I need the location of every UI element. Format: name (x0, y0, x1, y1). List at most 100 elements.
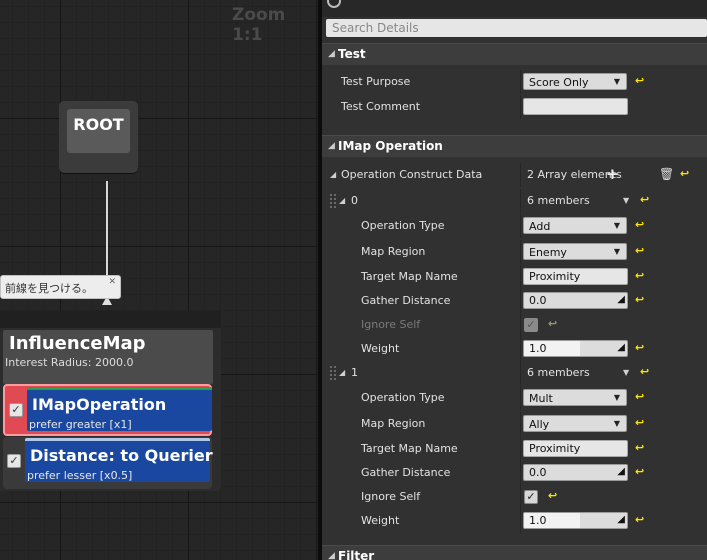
reset-to-default-icon[interactable]: ↩ (635, 244, 644, 257)
node-input-pin-bar[interactable] (0, 311, 221, 328)
spin-handle-icon: ◢ (617, 342, 625, 353)
reset-to-default-icon[interactable]: ↩ (548, 317, 557, 330)
column-divider[interactable] (520, 265, 521, 289)
operation-type-dropdown[interactable]: Add ▼ (523, 217, 627, 234)
weight-spinbox[interactable]: 1.0 ◢ (523, 512, 628, 529)
row-target-map-name-0: Target Map Name Proximity ↩ (322, 265, 707, 289)
column-divider[interactable] (520, 189, 521, 213)
details-panel: Search Details ◢ Test Test Purpose Score… (322, 0, 707, 560)
test-purpose-dropdown[interactable]: Score Only ▼ (523, 73, 627, 90)
behavior-graph-canvas[interactable]: Zoom 1:1 ROOT 前線を見つける。 ✕ InfluenceMap In… (0, 0, 318, 560)
reset-to-default-icon[interactable]: ↩ (635, 341, 644, 354)
gather-distance-spinbox[interactable]: 0.0 ◢ (523, 292, 628, 309)
column-divider[interactable] (520, 214, 521, 238)
app-root: Zoom 1:1 ROOT 前線を見つける。 ✕ InfluenceMap In… (0, 0, 707, 560)
details-toolbar (322, 0, 707, 17)
decorator-distance[interactable]: ✓ Distance: to Querier prefer lesser [x0… (3, 437, 213, 489)
element-options-arrow-icon[interactable]: ▼ (623, 196, 629, 205)
reset-to-default-icon[interactable]: ↩ (635, 293, 644, 306)
ignore-self-checkbox[interactable]: ✓ (524, 490, 538, 504)
reset-to-default-icon[interactable]: ↩ (635, 390, 644, 403)
drag-handle-icon[interactable] (330, 366, 336, 380)
reset-to-default-icon[interactable]: ↩ (635, 74, 644, 87)
member-count: 6 members (527, 366, 590, 379)
row-test-comment: Test Comment (322, 95, 707, 119)
drag-handle-icon[interactable] (330, 194, 336, 208)
column-divider[interactable] (520, 461, 521, 485)
root-node[interactable]: ROOT (59, 101, 138, 173)
reset-to-default-icon[interactable]: ↩ (548, 489, 557, 502)
influence-map-node[interactable]: InfluenceMap Interest Radius: 2000.0 ✓ I… (0, 311, 221, 491)
property-label: Target Map Name (361, 270, 458, 283)
comment-close-icon[interactable]: ✕ (108, 277, 116, 287)
category-test[interactable]: ◢ Test (322, 43, 707, 65)
decorator-title: IMapOperation (32, 395, 167, 414)
search-details-input[interactable]: Search Details (326, 19, 707, 37)
member-count: 6 members (527, 194, 590, 207)
column-divider[interactable] (520, 70, 521, 94)
reset-to-default-icon[interactable]: ↩ (635, 513, 644, 526)
column-divider[interactable] (520, 437, 521, 461)
reset-to-default-icon[interactable]: ↩ (635, 269, 644, 282)
column-divider[interactable] (520, 509, 521, 533)
reset-to-default-icon[interactable]: ↩ (635, 441, 644, 454)
settings-icon[interactable] (327, 0, 341, 8)
add-element-icon[interactable]: + (606, 165, 619, 183)
reset-to-default-icon[interactable]: ↩ (640, 365, 649, 378)
decorator-enable-checkbox[interactable]: ✓ (7, 454, 21, 468)
dropdown-arrow-icon: ▼ (613, 393, 620, 402)
map-region-dropdown[interactable]: Ally ▼ (523, 415, 627, 432)
reset-to-default-icon[interactable]: ↩ (635, 465, 644, 478)
test-comment-input[interactable] (523, 98, 628, 115)
spinbox-value: 0.0 (529, 466, 547, 479)
collapse-arrow-icon[interactable]: ◢ (328, 551, 335, 560)
map-region-dropdown[interactable]: Enemy ▼ (523, 243, 627, 260)
influence-map-header: InfluenceMap Interest Radius: 2000.0 (3, 330, 213, 384)
decorator-enable-checkbox[interactable]: ✓ (9, 403, 23, 417)
reset-to-default-icon[interactable]: ↩ (635, 416, 644, 429)
row-target-map-name-1: Target Map Name Proximity ↩ (322, 437, 707, 461)
column-divider[interactable] (520, 386, 521, 410)
row-operation-type-1: Operation Type Mult ▼ ↩ (322, 386, 707, 410)
column-divider[interactable] (520, 361, 521, 385)
dropdown-arrow-icon: ▼ (613, 221, 620, 230)
weight-spinbox[interactable]: 1.0 ◢ (523, 340, 628, 357)
category-filter[interactable]: ◢ Filter (322, 545, 707, 560)
operation-type-dropdown[interactable]: Mult ▼ (523, 389, 627, 406)
ignore-self-checkbox[interactable]: ✓ (524, 318, 538, 332)
column-divider[interactable] (520, 163, 521, 187)
row-gather-distance-1: Gather Distance 0.0 ◢ ↩ (322, 461, 707, 485)
row-test-purpose: Test Purpose Score Only ▼ ↩ (322, 70, 707, 94)
spinbox-value: 1.0 (529, 514, 547, 527)
expand-arrow-icon[interactable]: ◢ (339, 196, 345, 205)
row-weight-0: Weight 1.0 ◢ ↩ (322, 337, 707, 361)
target-map-name-input[interactable]: Proximity (523, 440, 628, 457)
dropdown-value: Score Only (529, 76, 589, 89)
gather-distance-spinbox[interactable]: 0.0 ◢ (523, 464, 628, 481)
decorator-subtitle: prefer greater [x1] (29, 418, 132, 431)
column-divider[interactable] (520, 337, 521, 361)
reset-to-default-icon[interactable]: ↩ (640, 193, 649, 206)
column-divider[interactable] (520, 240, 521, 264)
column-divider[interactable] (520, 485, 521, 509)
reset-to-default-icon[interactable]: ↩ (680, 167, 689, 180)
expand-arrow-icon[interactable]: ◢ (339, 368, 345, 377)
column-divider[interactable] (520, 412, 521, 436)
column-divider[interactable] (520, 95, 521, 119)
column-divider[interactable] (520, 289, 521, 313)
decorator-title: Distance: to Querier (30, 446, 213, 465)
trash-icon[interactable]: 🗑 (659, 167, 674, 181)
comment-bubble[interactable]: 前線を見つける。 ✕ (0, 275, 121, 299)
decorator-imap-operation[interactable]: ✓ IMapOperation prefer greater [x1] (3, 384, 212, 436)
category-label: Test (338, 47, 366, 61)
spin-handle-icon: ◢ (617, 294, 625, 305)
category-imap-operation[interactable]: ◢ IMap Operation (322, 135, 707, 157)
element-options-arrow-icon[interactable]: ▼ (623, 368, 629, 377)
expand-arrow-icon[interactable]: ◢ (330, 170, 336, 179)
decorator-body: Distance: to Querier prefer lesser [x0.5… (25, 438, 213, 482)
collapse-arrow-icon[interactable]: ◢ (328, 49, 335, 59)
collapse-arrow-icon[interactable]: ◢ (328, 141, 335, 151)
target-map-name-input[interactable]: Proximity (523, 268, 628, 285)
column-divider[interactable] (520, 313, 521, 337)
reset-to-default-icon[interactable]: ↩ (635, 218, 644, 231)
